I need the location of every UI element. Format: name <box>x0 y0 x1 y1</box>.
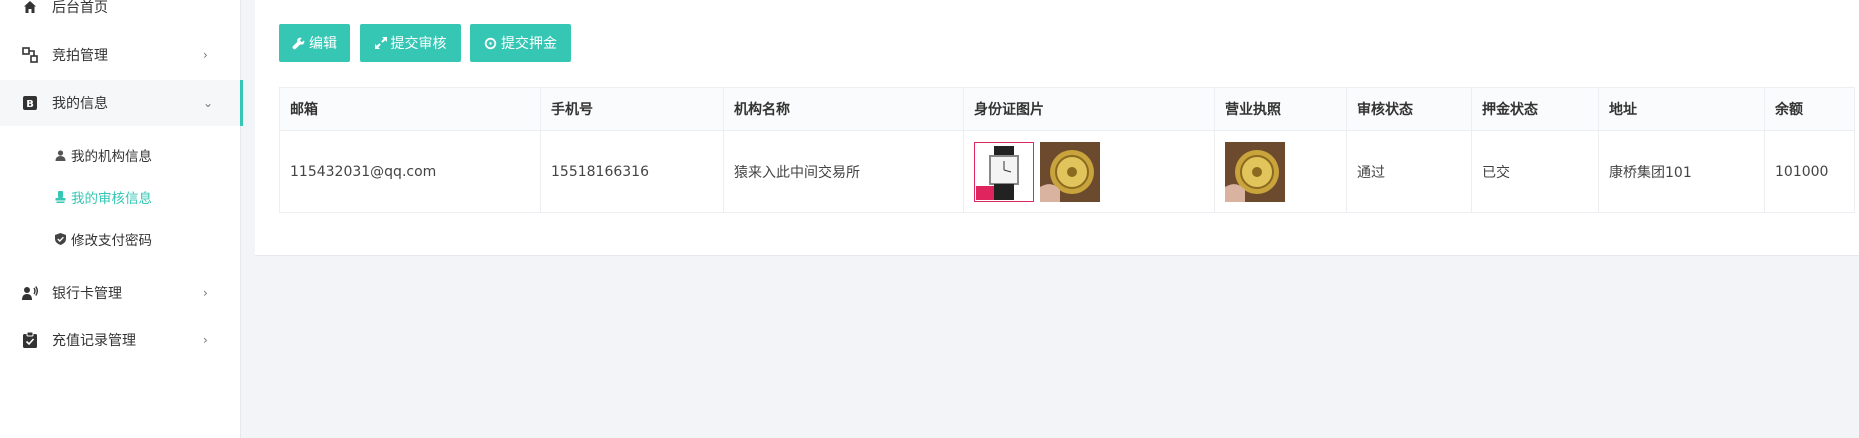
chevron-down-icon: ⌄ <box>203 96 214 110</box>
wrench-icon <box>292 37 305 49</box>
chevron-right-icon: › <box>203 48 208 62</box>
nav-item-label: 充值记录管理 <box>52 333 136 349</box>
shield-check-icon <box>54 233 66 245</box>
cell-deposit-status: 已交 <box>1471 130 1599 213</box>
sub-item-label: 我的审核信息 <box>71 191 152 207</box>
refresh-circle-icon <box>484 37 497 49</box>
column-header-business-license: 营业执照 <box>1214 87 1347 131</box>
table-row: 115432031@qq.com 15518166316 猿来入此中间交易所 通… <box>279 130 1855 213</box>
column-header-phone: 手机号 <box>540 87 724 131</box>
sub-item-label: 修改支付密码 <box>71 233 152 249</box>
user-voice-icon <box>22 285 38 301</box>
submit-deposit-label: 提交押金 <box>501 36 557 52</box>
user-icon <box>54 149 66 161</box>
business-license-image-gold-watch[interactable] <box>1225 141 1285 202</box>
nav-item-bank-card[interactable]: 银行卡管理 › <box>0 270 240 316</box>
submit-deposit-button[interactable]: 提交押金 <box>470 24 571 62</box>
expand-arrows-icon <box>374 37 387 49</box>
column-header-address: 地址 <box>1598 87 1765 131</box>
sub-item-org-info[interactable]: 我的机构信息 <box>0 135 240 175</box>
cell-business-license <box>1214 130 1347 213</box>
chevron-right-icon: › <box>203 333 208 347</box>
nav-item-my-info[interactable]: B 我的信息 ⌄ <box>0 80 243 126</box>
cell-org-name: 猿来入此中间交易所 <box>723 130 964 213</box>
column-header-review-status: 审核状态 <box>1346 87 1472 131</box>
id-card-image-watch-ad[interactable] <box>973 140 1035 203</box>
nav-item-label: 竞拍管理 <box>52 48 108 64</box>
cell-balance: 101000 <box>1764 130 1855 213</box>
sub-item-change-pay-password[interactable]: 修改支付密码 <box>0 219 240 259</box>
column-header-deposit-status: 押金状态 <box>1471 87 1599 131</box>
chevron-right-icon: › <box>203 286 208 300</box>
svg-text:B: B <box>26 99 34 110</box>
b-badge-icon: B <box>22 95 38 111</box>
column-header-email: 邮箱 <box>279 87 541 131</box>
id-card-image-gold-watch[interactable] <box>1040 141 1100 202</box>
column-header-org-name: 机构名称 <box>723 87 964 131</box>
edit-button-label: 编辑 <box>309 36 337 52</box>
sub-item-label: 我的机构信息 <box>71 149 152 165</box>
sidebar: 后台首页 竞拍管理 › B 我的信息 ⌄ 我的机构信息 我的审核信息 修改支付密… <box>0 0 243 438</box>
nav-item-recharge-records[interactable]: 充值记录管理 › <box>0 317 240 363</box>
edit-button[interactable]: 编辑 <box>279 24 350 62</box>
sub-item-review-info[interactable]: 我的审核信息 <box>0 177 240 217</box>
review-info-table: 邮箱 手机号 机构名称 身份证图片 营业执照 审核状态 押金状态 地址 余额 1… <box>279 87 1855 213</box>
home-icon <box>22 0 38 15</box>
auction-icon <box>22 47 38 63</box>
cell-email: 115432031@qq.com <box>279 130 541 213</box>
table-header-row: 邮箱 手机号 机构名称 身份证图片 营业执照 审核状态 押金状态 地址 余额 <box>279 87 1855 131</box>
cell-review-status: 通过 <box>1346 130 1472 213</box>
cell-address: 康桥集团101 <box>1598 130 1765 213</box>
column-header-id-card-images: 身份证图片 <box>963 87 1215 131</box>
column-header-balance: 余额 <box>1764 87 1855 131</box>
clipboard-check-icon <box>22 332 38 348</box>
nav-item-label: 后台首页 <box>52 0 108 16</box>
stamp-icon <box>54 191 66 203</box>
submit-review-button[interactable]: 提交审核 <box>360 24 461 62</box>
cell-phone: 15518166316 <box>540 130 724 213</box>
nav-item-label: 我的信息 <box>52 96 108 112</box>
nav-item-label: 银行卡管理 <box>52 286 122 302</box>
nav-item-auction[interactable]: 竞拍管理 › <box>0 32 240 78</box>
submit-review-label: 提交审核 <box>390 36 447 52</box>
nav-item-home[interactable]: 后台首页 <box>0 0 240 30</box>
cell-id-card-images <box>963 130 1215 213</box>
